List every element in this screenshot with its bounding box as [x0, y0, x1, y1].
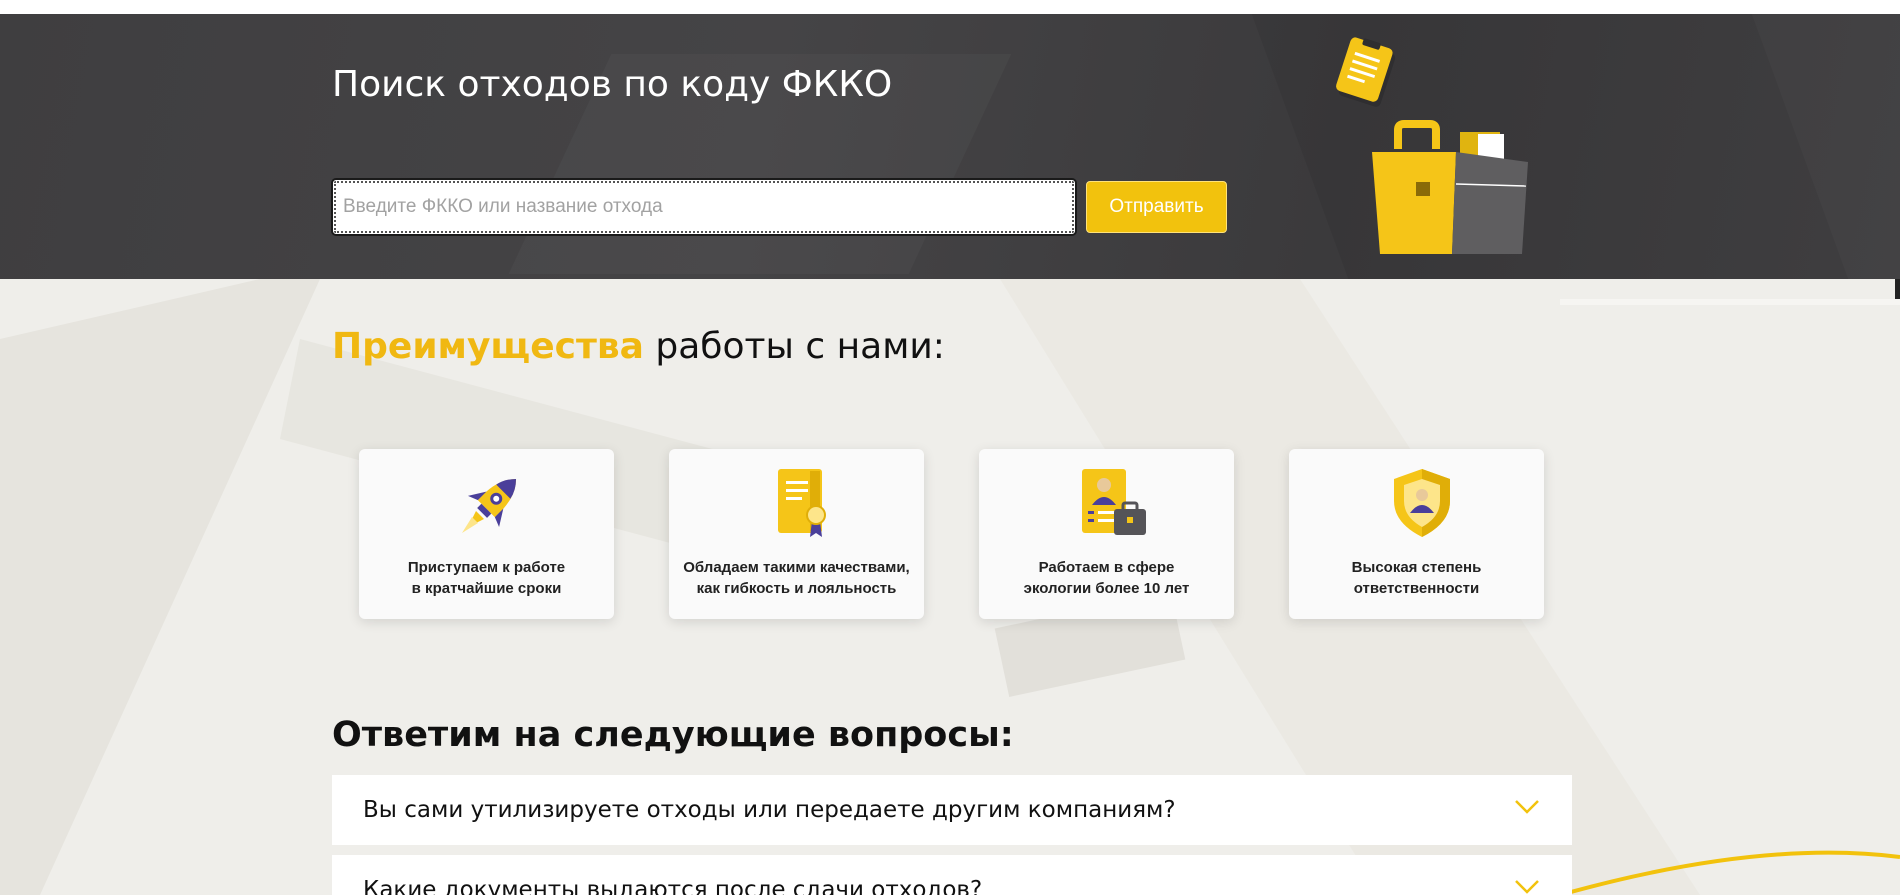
advantage-card-line: Высокая степень	[1351, 559, 1482, 576]
advantage-card-text: Высокая степень ответственности	[1295, 557, 1538, 599]
faq-question: Вы сами утилизируете отходы или передает…	[363, 797, 1176, 823]
chevron-down-icon[interactable]	[1514, 799, 1540, 815]
faq-heading: Ответим на следующие вопросы:	[332, 715, 1014, 755]
advantage-card: Высокая степень ответственности	[1289, 449, 1544, 619]
search-title: Поиск отходов по коду ФККО	[332, 64, 893, 105]
search-input[interactable]	[331, 178, 1077, 236]
advantage-card-text: Обладаем такими качествами, как гибкость…	[675, 557, 918, 599]
faq-item[interactable]: Вы сами утилизируете отходы или передает…	[332, 775, 1572, 845]
fkko-search-section: Поиск отходов по коду ФККО Отправить	[0, 14, 1900, 279]
chevron-down-icon[interactable]	[1514, 879, 1540, 895]
advantage-card-text: Приступаем к работе в кратчайшие сроки	[365, 557, 608, 599]
advantage-card: Приступаем к работе в кратчайшие сроки	[359, 449, 614, 619]
advantages-heading-rest: работы с нами:	[643, 326, 945, 367]
advantages-heading: Преимущества работы с нами:	[332, 326, 945, 367]
advantage-card: Обладаем такими качествами, как гибкость…	[669, 449, 924, 619]
faq-question: Какие документы выдаются после сдачи отх…	[363, 877, 983, 895]
advantage-card-line: Работаем в сфере	[1038, 559, 1175, 576]
advantage-card-line: Приступаем к работе	[407, 559, 566, 576]
certificate-icon	[778, 469, 826, 537]
advantage-card-line: ответственности	[1353, 580, 1480, 597]
advantages-heading-accent: Преимущества	[332, 326, 644, 367]
advantage-card-line: Обладаем такими качествами,	[683, 559, 910, 576]
top-strip	[0, 0, 1900, 14]
advantage-card-text: Работаем в сфере экологии более 10 лет	[985, 557, 1228, 599]
resume-briefcase-icon	[1082, 469, 1146, 535]
advantage-card-line: в кратчайшие сроки	[411, 580, 562, 597]
rocket-icon	[462, 478, 517, 533]
advantage-card-line: как гибкость и лояльность	[696, 580, 897, 597]
briefcase-document-icon	[1336, 37, 1528, 254]
advantage-card: Работаем в сфере экологии более 10 лет	[979, 449, 1234, 619]
faq-item[interactable]: Какие документы выдаются после сдачи отх…	[332, 855, 1572, 895]
shield-person-icon	[1394, 469, 1450, 537]
submit-button[interactable]: Отправить	[1086, 181, 1227, 233]
advantage-card-line: экологии более 10 лет	[1023, 580, 1190, 597]
